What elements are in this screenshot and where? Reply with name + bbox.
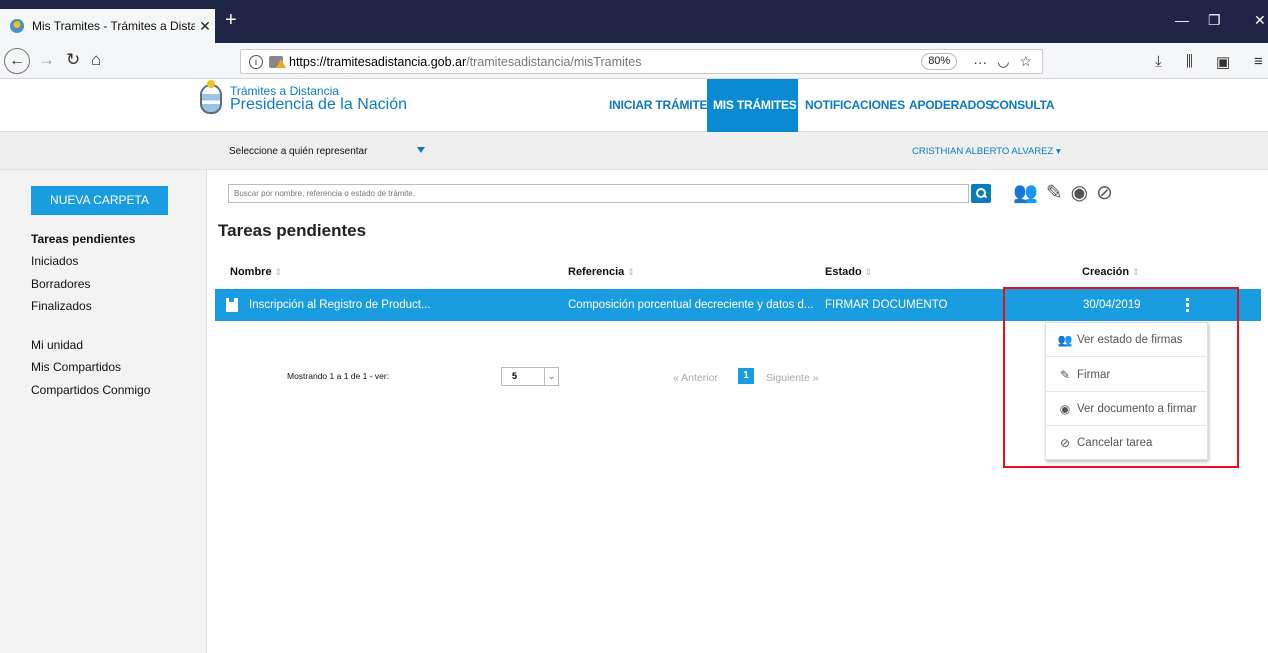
sidebar-item-mis-compartidos[interactable]: Mis Compartidos [31, 360, 121, 374]
forward-icon[interactable]: → [38, 49, 55, 71]
insecure-lock-icon[interactable] [269, 55, 286, 68]
sort-icon: ⇕ [627, 267, 635, 277]
pager-current[interactable]: 1 [738, 368, 754, 384]
sidebar-item-compartidos-conmigo[interactable]: Compartidos Conmigo [31, 383, 150, 397]
sub-header: Seleccione a quién representar CRISTHIAN… [0, 132, 1268, 170]
column-label: Estado [825, 266, 862, 278]
user-menu[interactable]: CRISTHIAN ALBERTO ALVAREZ ▾ [912, 146, 1061, 157]
page-title: Tareas pendientes [218, 221, 367, 240]
column-header-nombre[interactable]: Nombre ⇕ [230, 266, 282, 278]
info-icon[interactable]: i [249, 54, 263, 69]
minimize-icon[interactable]: — [1175, 12, 1189, 28]
tab-title: Mis Tramites - Trámites a Distar [32, 19, 195, 33]
back-icon[interactable]: ← [4, 48, 30, 74]
row-name[interactable]: Inscripción al Registro de Product... [249, 289, 431, 321]
row-reference: Composición porcentual decreciente y dat… [568, 299, 814, 311]
sort-icon: ⇕ [1132, 267, 1140, 277]
url-bar[interactable]: i https://tramitesadistancia.gob.ar/tram… [240, 49, 1043, 74]
column-header-referencia[interactable]: Referencia ⇕ [568, 266, 635, 278]
close-tab-icon[interactable]: ✕ [195, 18, 215, 35]
column-label: Nombre [230, 266, 272, 278]
coat-of-arms-icon [200, 80, 222, 114]
zoom-level[interactable]: 80% [921, 53, 958, 70]
nav-mis-tramites[interactable]: MIS TRÁMITES [707, 79, 798, 132]
url-text: https://tramitesadistancia.gob.ar/tramit… [289, 55, 921, 69]
pager-info: Mostrando 1 a 1 de 1 - ver: [287, 371, 390, 381]
nav-notificaciones[interactable]: NOTIFICACIONES [805, 79, 905, 132]
sort-icon: ⇕ [274, 267, 283, 277]
new-tab-icon[interactable]: + [225, 10, 237, 30]
browser-navbar: ← → ↻ ⌂ i https://tramitesadistancia.gob… [0, 43, 1268, 79]
sidebar-item-tareas-pendientes[interactable]: Tareas pendientes [31, 232, 135, 246]
site-header: Trámites a Distancia Presidencia de la N… [0, 79, 1268, 132]
row-status: FIRMAR DOCUMENTO [825, 299, 948, 311]
new-folder-button[interactable]: NUEVA CARPETA [31, 186, 168, 215]
sidebar: NUEVA CARPETA Tareas pendientes Iniciado… [0, 170, 207, 653]
pager-prev[interactable]: « Anterior [673, 372, 718, 384]
url-path: /tramitesadistancia/misTramites [466, 54, 642, 69]
search-input[interactable]: Buscar por nombre, referencia o estado d… [228, 184, 969, 203]
pocket-icon[interactable]: ◡ [997, 53, 1009, 70]
tool-icons: 👥 ✎ ◉ ⊘ [1013, 183, 1121, 203]
downloads-icon[interactable]: ⤓ [1155, 53, 1162, 70]
bookmark-star-icon[interactable]: ☆ [1019, 53, 1032, 70]
browser-tab[interactable]: Mis Tramites - Trámites a Distar ✕ [0, 9, 215, 43]
users-icon[interactable]: 👥 [1013, 183, 1038, 203]
close-window-icon[interactable]: ✕ [1254, 12, 1266, 29]
cancel-icon[interactable]: ⊘ [1096, 183, 1113, 203]
library-icon[interactable]: ⫼ [1186, 53, 1193, 70]
maximize-icon[interactable]: ❐ [1208, 12, 1221, 29]
page-size-value: 5 [512, 371, 518, 381]
sidebar-item-finalizados[interactable]: Finalizados [31, 299, 92, 313]
nav-apoderados[interactable]: APODERADOS [909, 79, 993, 132]
column-header-creacion[interactable]: Creación ⇕ [1082, 266, 1140, 278]
sort-icon: ⇕ [864, 267, 873, 277]
browser-tabbar: Mis Tramites - Trámites a Distar ✕ + — ❐… [0, 0, 1268, 43]
site-favicon-icon [10, 19, 24, 33]
menu-icon[interactable]: ≡ [1254, 53, 1263, 70]
represent-caret-icon[interactable] [417, 147, 425, 153]
search-button[interactable] [971, 184, 991, 203]
document-icon [226, 298, 238, 312]
highlight-box [1003, 287, 1239, 468]
brand-logo[interactable]: Trámites a Distancia Presidencia de la N… [200, 80, 407, 114]
url-host: https://tramitesadistancia.gob.ar [289, 54, 467, 69]
sidebar-item-iniciados[interactable]: Iniciados [31, 254, 78, 268]
eye-icon[interactable]: ◉ [1071, 183, 1088, 203]
sidebar-item-mi-unidad[interactable]: Mi unidad [31, 338, 83, 352]
pager-next[interactable]: Siguiente » [766, 372, 819, 384]
brand-line2: Presidencia de la Nación [230, 96, 407, 113]
sidebar-item-borradores[interactable]: Borradores [31, 277, 90, 291]
sidebar-toggle-icon[interactable]: ▣ [1216, 53, 1230, 71]
nav-consulta[interactable]: CONSULTA [991, 79, 1061, 132]
chevron-down-icon: ⌄ [544, 368, 558, 385]
home-icon[interactable]: ⌂ [91, 49, 101, 71]
nav-iniciar-tramite[interactable]: INICIAR TRÁMITE [609, 79, 708, 132]
reload-icon[interactable]: ↻ [66, 49, 80, 71]
page-size-select[interactable]: 5 ⌄ [501, 367, 559, 386]
represent-select[interactable]: Seleccione a quién representar [229, 146, 367, 157]
column-header-estado[interactable]: Estado ⇕ [825, 266, 872, 278]
pencil-icon[interactable]: ✎ [1046, 183, 1063, 203]
page-actions-icon[interactable]: ··· [973, 54, 987, 70]
column-label: Creación [1082, 266, 1130, 278]
column-label: Referencia [568, 266, 625, 278]
